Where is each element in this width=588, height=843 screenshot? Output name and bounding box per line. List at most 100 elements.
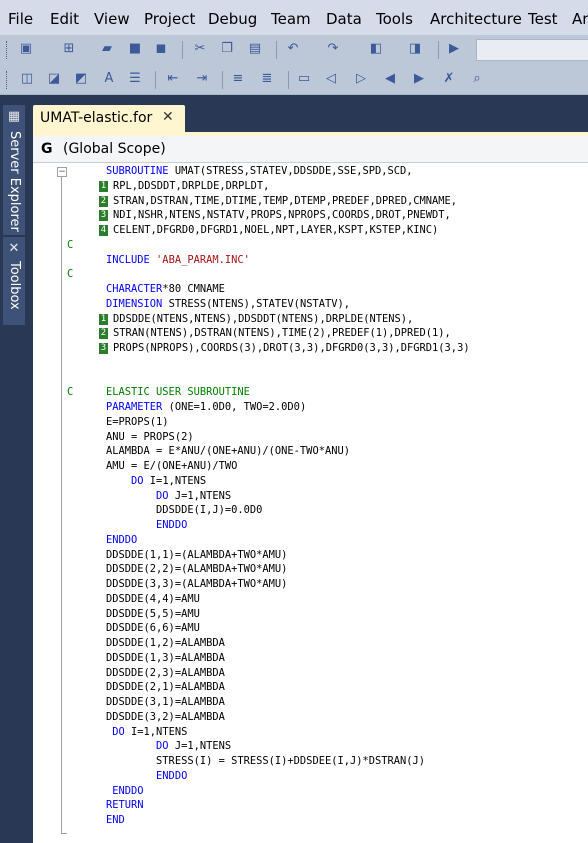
code-line: ENDDO <box>33 769 588 784</box>
list-members-icon[interactable]: ☰ <box>126 70 144 88</box>
menu-item[interactable]: Team <box>271 10 311 28</box>
code-text: DDSDDE(3,2)=ALAMBDA <box>106 710 225 723</box>
toolbox-label: Toolbox <box>7 261 22 310</box>
toggle-bookmark-icon[interactable]: ▭ <box>295 70 313 88</box>
copy-icon[interactable]: ❐ <box>218 40 236 58</box>
toolbar-grip[interactable] <box>6 41 10 59</box>
menu-item[interactable]: Edit <box>50 10 79 28</box>
keyword: ENDDO <box>106 519 188 531</box>
display-word-icon[interactable]: A <box>100 70 118 88</box>
code-line: 1 DDSDDE(NTENS,NTENS),DDSDDT(NTENS),DRPLD… <box>33 312 588 327</box>
toolbox-icon: ✕ <box>8 241 20 256</box>
menu-item[interactable]: File <box>8 10 33 28</box>
word-completion-icon[interactable]: ◩ <box>72 70 90 88</box>
code-line: 1 RPL,DDSDDT,DRPLDE,DRPLDT, <box>33 179 588 194</box>
code-text: DDSDDE(NTENS,NTENS),DDSDDT(NTENS),DRPLDE… <box>113 312 414 325</box>
menu-item[interactable]: Ar <box>572 10 588 28</box>
menu-item[interactable]: Tools <box>376 10 413 28</box>
start-debugging-icon[interactable]: ▶ <box>445 40 463 58</box>
increase-indent-icon[interactable]: ⇥ <box>193 70 211 88</box>
comment-icon[interactable]: ≡ <box>229 70 247 88</box>
menu-item[interactable]: Project <box>144 10 195 28</box>
code-text: RETURN <box>106 798 144 813</box>
code-line: DO I=1,NTENS <box>33 474 588 489</box>
code-line: DO J=1,NTENS <box>33 739 588 754</box>
save-icon[interactable]: ■ <box>126 40 144 58</box>
next-bookmark-folder-icon[interactable]: ▶ <box>410 70 428 88</box>
code-text: CHARACTER*80 CMNAME <box>106 283 225 295</box>
code-line: DO J=1,NTENS <box>33 489 588 504</box>
code-editor[interactable]: − SUBROUTINE UMAT(STRESS,STATEV,DDSDDE,S… <box>33 163 588 843</box>
menu-item[interactable]: Test <box>528 10 558 28</box>
toolbar-grip[interactable] <box>6 71 10 89</box>
paste-icon[interactable]: ▤ <box>246 40 264 58</box>
code-line: CHARACTER*80 CMNAME <box>33 282 588 297</box>
code-text: ENDDO <box>106 533 137 548</box>
server-icon: ▦ <box>7 109 21 124</box>
code-text: DDSDDE(5,5)=AMU <box>106 607 200 620</box>
previous-bookmark-icon[interactable]: ◁ <box>322 70 340 88</box>
menu-bar: File Edit View Project Debug Team Data Tools Arc… <box>0 0 588 35</box>
navigate-backward-icon[interactable]: ◧ <box>367 40 385 58</box>
document-tab[interactable]: UMAT-elastic.for ✕ <box>33 105 185 132</box>
decrease-indent-icon[interactable]: ⇤ <box>164 70 182 88</box>
menu-item[interactable]: Debug <box>208 10 257 28</box>
new-project-icon[interactable]: ▣ <box>17 40 35 58</box>
cut-icon[interactable]: ✂ <box>191 40 209 58</box>
code-line: AMU = E/(ONE+ANU)/TWO <box>33 459 588 474</box>
keyword: ENDDO <box>106 533 138 546</box>
menu-item[interactable]: Architecture <box>430 10 522 28</box>
code-text: DDSDDE(3,3)=(ALAMBDA+TWO*AMU) <box>106 578 288 590</box>
code-text: DO I=1,NTENS <box>106 474 207 487</box>
code-line: END <box>33 813 588 828</box>
code-line: C <box>33 238 588 253</box>
next-bookmark-icon[interactable]: ▷ <box>352 70 370 88</box>
navigate-forward-icon[interactable]: ◨ <box>406 40 424 58</box>
code-text: ENDDO <box>106 784 143 799</box>
comment-marker: C <box>67 268 74 281</box>
open-file-icon[interactable]: ▰ <box>98 40 116 58</box>
code-line: DDSDDE(3,3)=(ALAMBDA+TWO*AMU) <box>33 577 588 592</box>
scope-dropdown[interactable]: (Global Scope) <box>63 141 166 157</box>
code-line: ALAMBDA = E*ANU/(ONE+ANU)/(ONE-TWO*ANU) <box>33 444 588 459</box>
comment-marker: C <box>67 386 74 399</box>
code-text: DDSDDE(4,4)=AMU <box>106 592 200 605</box>
code-text: DDSDDE(1,3)=ALAMBDA <box>106 651 225 664</box>
parameter-info-icon[interactable]: ◪ <box>45 70 63 88</box>
code-line: DDSDDE(2,3)=ALAMBDA <box>33 666 588 681</box>
code-line: DDSDDE(5,5)=AMU <box>33 607 588 622</box>
close-icon[interactable]: ✕ <box>162 109 174 125</box>
server-explorer-tab[interactable]: ▦ Server Explorer <box>3 105 25 235</box>
navigation-bar[interactable]: G (Global Scope) <box>33 136 588 163</box>
previous-bookmark-folder-icon[interactable]: ◀ <box>381 70 399 88</box>
code-line: PARAMETER (ONE=1.0D0, TWO=2.0D0) <box>33 400 588 415</box>
code-text: PROPS(NPROPS),COORDS(3),DROT(3,3),DFGRD0… <box>113 342 470 354</box>
add-item-icon[interactable]: ⊞ <box>60 40 78 58</box>
code-text: DIMENSION STRESS(NTENS),STATEV(NSTATV), <box>106 297 350 310</box>
menu-item[interactable]: View <box>94 10 130 28</box>
uncomment-icon[interactable]: ≣ <box>258 70 276 88</box>
redo-icon[interactable]: ↷ <box>324 40 342 58</box>
undo-icon[interactable]: ↶ <box>284 40 302 58</box>
solution-configuration-dropdown[interactable] <box>476 39 588 61</box>
code-line: 3 PROPS(NPROPS),COORDS(3),DROT(3,3),DFGRD… <box>33 341 588 356</box>
document-tab-title: UMAT-elastic.for <box>40 110 153 126</box>
quick-info-icon[interactable]: ◫ <box>18 70 36 88</box>
keyword: RETURN <box>106 799 144 812</box>
code-text: DDSDDE(2,3)=ALAMBDA <box>106 666 225 679</box>
menu-item[interactable]: Data <box>326 10 362 28</box>
toolbar-separator <box>288 71 289 89</box>
code-line: DDSDDE(3,1)=ALAMBDA <box>33 695 588 710</box>
toolbar-separator <box>182 41 183 59</box>
keyword: DO <box>106 474 144 487</box>
toolbox-tab[interactable]: ✕ Toolbox <box>3 237 25 325</box>
code-line: DIMENSION STRESS(NTENS),STATEV(NSTATV), <box>33 297 588 312</box>
clear-bookmarks-icon[interactable]: ✗ <box>440 70 458 88</box>
code-text: DDSDDE(2,2)=(ALAMBDA+TWO*AMU) <box>106 563 288 576</box>
save-all-icon[interactable]: ◼ <box>152 40 170 58</box>
find-in-files-icon[interactable]: ⌕ <box>468 70 486 88</box>
code-text: ENDDO <box>106 518 187 533</box>
code-text: STRAN(NTENS),DSTRAN(NTENS),TIME(2),PREDE… <box>113 327 451 340</box>
keyword: ENDDO <box>106 769 188 782</box>
outline-end <box>61 833 67 834</box>
